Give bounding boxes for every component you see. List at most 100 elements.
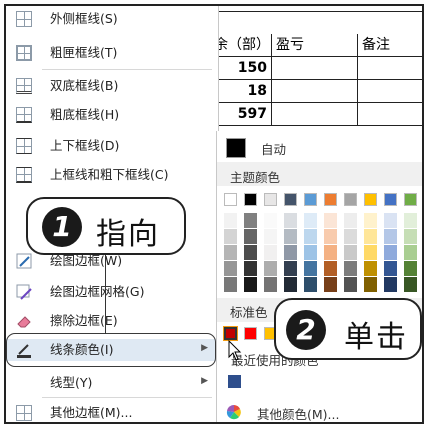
header-cell-stock[interactable]: 余（部）: [214, 34, 272, 56]
theme-color-shade-swatch[interactable]: [304, 229, 317, 244]
theme-color-shade-swatch[interactable]: [304, 213, 317, 228]
theme-color-shade-swatch[interactable]: [324, 261, 337, 276]
theme-color-shade-swatch[interactable]: [324, 245, 337, 260]
header-cell-profit-loss[interactable]: 盈亏: [272, 34, 358, 56]
theme-color-shade-swatch[interactable]: [304, 277, 317, 292]
theme-color-shade-swatch[interactable]: [224, 213, 237, 228]
table-cell[interactable]: [272, 103, 358, 125]
theme-color-shade-swatch[interactable]: [404, 277, 417, 292]
theme-color-shade-swatch[interactable]: [344, 277, 357, 292]
theme-color-shade-swatch[interactable]: [224, 261, 237, 276]
table-cell[interactable]: 18: [214, 80, 272, 102]
theme-color-shade-swatch[interactable]: [244, 277, 257, 292]
sheet-gridline: [214, 11, 422, 12]
theme-color-shade-swatch[interactable]: [264, 261, 277, 276]
theme-color-shade-swatch[interactable]: [224, 277, 237, 292]
theme-color-swatch[interactable]: [284, 193, 297, 206]
theme-color-shade-swatch[interactable]: [384, 261, 397, 276]
header-cell-notes[interactable]: 备注: [358, 34, 422, 56]
theme-color-shade-swatch[interactable]: [224, 229, 237, 244]
menu-item-top-thick-bottom-border[interactable]: 上框线和粗下框线(C): [6, 164, 218, 186]
theme-color-swatch[interactable]: [384, 193, 397, 206]
theme-color-shade-swatch[interactable]: [364, 229, 377, 244]
theme-color-shade-swatch[interactable]: [364, 277, 377, 292]
auto-color-swatch[interactable]: [226, 138, 246, 158]
more-colors-button[interactable]: 其他颜色(M)...: [217, 399, 422, 422]
theme-color-shade-swatch[interactable]: [304, 261, 317, 276]
menu-item-label: 线型(Y): [50, 375, 93, 390]
table-cell[interactable]: [272, 57, 358, 79]
sheet-header-row: 余（部） 盈亏 备注: [214, 34, 422, 57]
theme-color-shade-swatch[interactable]: [224, 245, 237, 260]
table-cell[interactable]: 150: [214, 57, 272, 79]
theme-color-shade-swatch[interactable]: [284, 245, 297, 260]
highlight-box: [6, 333, 216, 367]
theme-color-shade-swatch[interactable]: [324, 277, 337, 292]
auto-color-label[interactable]: 自动: [261, 139, 286, 158]
theme-color-shade-swatch[interactable]: [304, 245, 317, 260]
theme-color-shade-swatch[interactable]: [324, 213, 337, 228]
theme-color-shade-swatch[interactable]: [364, 245, 377, 260]
menu-item-line-style[interactable]: 线型(Y) ▶: [6, 372, 218, 394]
menu-item-thick-bottom-border[interactable]: 粗底框线(H): [6, 104, 218, 126]
theme-color-shade-swatch[interactable]: [244, 229, 257, 244]
theme-color-shade-swatch[interactable]: [284, 213, 297, 228]
thick-bottom-border-icon: [16, 107, 32, 123]
recent-color-swatch[interactable]: [228, 375, 241, 388]
theme-color-shade-swatch[interactable]: [384, 245, 397, 260]
menu-item-label: 粗底框线(H): [50, 107, 120, 122]
table-cell[interactable]: [272, 80, 358, 102]
theme-color-shade-swatch[interactable]: [344, 245, 357, 260]
table-cell[interactable]: 597: [214, 103, 272, 125]
theme-color-shade-swatch[interactable]: [284, 277, 297, 292]
menu-separator: [42, 397, 212, 398]
theme-color-swatch[interactable]: [344, 193, 357, 206]
theme-color-swatch[interactable]: [404, 193, 417, 206]
theme-color-shade-swatch[interactable]: [344, 261, 357, 276]
menu-item-top-bottom-border[interactable]: 上下框线(D): [6, 135, 218, 157]
theme-color-shade-swatch[interactable]: [244, 213, 257, 228]
theme-color-shade-swatch[interactable]: [264, 245, 277, 260]
color-palette: 自动 主题颜色 标准色 最近使用的颜色 其他颜色(M)...: [216, 131, 422, 422]
theme-color-shade-swatch[interactable]: [344, 229, 357, 244]
theme-color-shade-swatch[interactable]: [284, 229, 297, 244]
theme-color-swatch[interactable]: [304, 193, 317, 206]
table-cell[interactable]: [358, 57, 422, 79]
menu-item-erase-border[interactable]: 擦除边框(E): [6, 310, 218, 332]
theme-color-shade-swatch[interactable]: [404, 261, 417, 276]
outside-border-icon: [16, 11, 32, 27]
theme-color-shade-swatch[interactable]: [364, 213, 377, 228]
table-cell[interactable]: [358, 80, 422, 102]
theme-color-shade-swatch[interactable]: [364, 261, 377, 276]
theme-color-shade-swatch[interactable]: [284, 261, 297, 276]
theme-color-shade-swatch[interactable]: [384, 229, 397, 244]
theme-color-shade-swatch[interactable]: [404, 229, 417, 244]
menu-item-more-borders[interactable]: 其他边框(M)...: [6, 402, 218, 422]
theme-color-swatch[interactable]: [364, 193, 377, 206]
theme-color-shade-swatch[interactable]: [384, 277, 397, 292]
table-cell[interactable]: [358, 103, 422, 125]
theme-color-swatch[interactable]: [264, 193, 277, 206]
menu-separator: [42, 69, 212, 70]
standard-color-swatch[interactable]: [244, 327, 257, 340]
theme-color-swatch[interactable]: [324, 193, 337, 206]
menu-item-draw-border-grid[interactable]: 绘图边框网格(G): [6, 281, 218, 303]
menu-item-outside-borders[interactable]: 外侧框线(S): [6, 8, 218, 30]
theme-color-shade-swatch[interactable]: [324, 229, 337, 244]
menu-item-thick-box-border[interactable]: 粗匣框线(T): [6, 42, 218, 64]
theme-color-shade-swatch[interactable]: [404, 245, 417, 260]
theme-color-shade-swatch[interactable]: [264, 229, 277, 244]
theme-color-shade-swatch[interactable]: [244, 261, 257, 276]
theme-color-shade-swatch[interactable]: [404, 213, 417, 228]
theme-color-shade-swatch[interactable]: [344, 213, 357, 228]
theme-color-swatch[interactable]: [224, 193, 237, 206]
menu-item-double-bottom-border[interactable]: 双底框线(B): [6, 75, 218, 97]
theme-color-shade-swatch[interactable]: [264, 213, 277, 228]
theme-color-shade-swatch[interactable]: [244, 245, 257, 260]
standard-color-swatch-selected[interactable]: [223, 326, 238, 341]
theme-color-shade-swatch[interactable]: [384, 213, 397, 228]
table-row: 150: [214, 57, 422, 80]
theme-color-swatch[interactable]: [244, 193, 257, 206]
theme-color-shade-swatch[interactable]: [264, 277, 277, 292]
menu-item-label: 绘图边框网格(G): [50, 284, 145, 299]
